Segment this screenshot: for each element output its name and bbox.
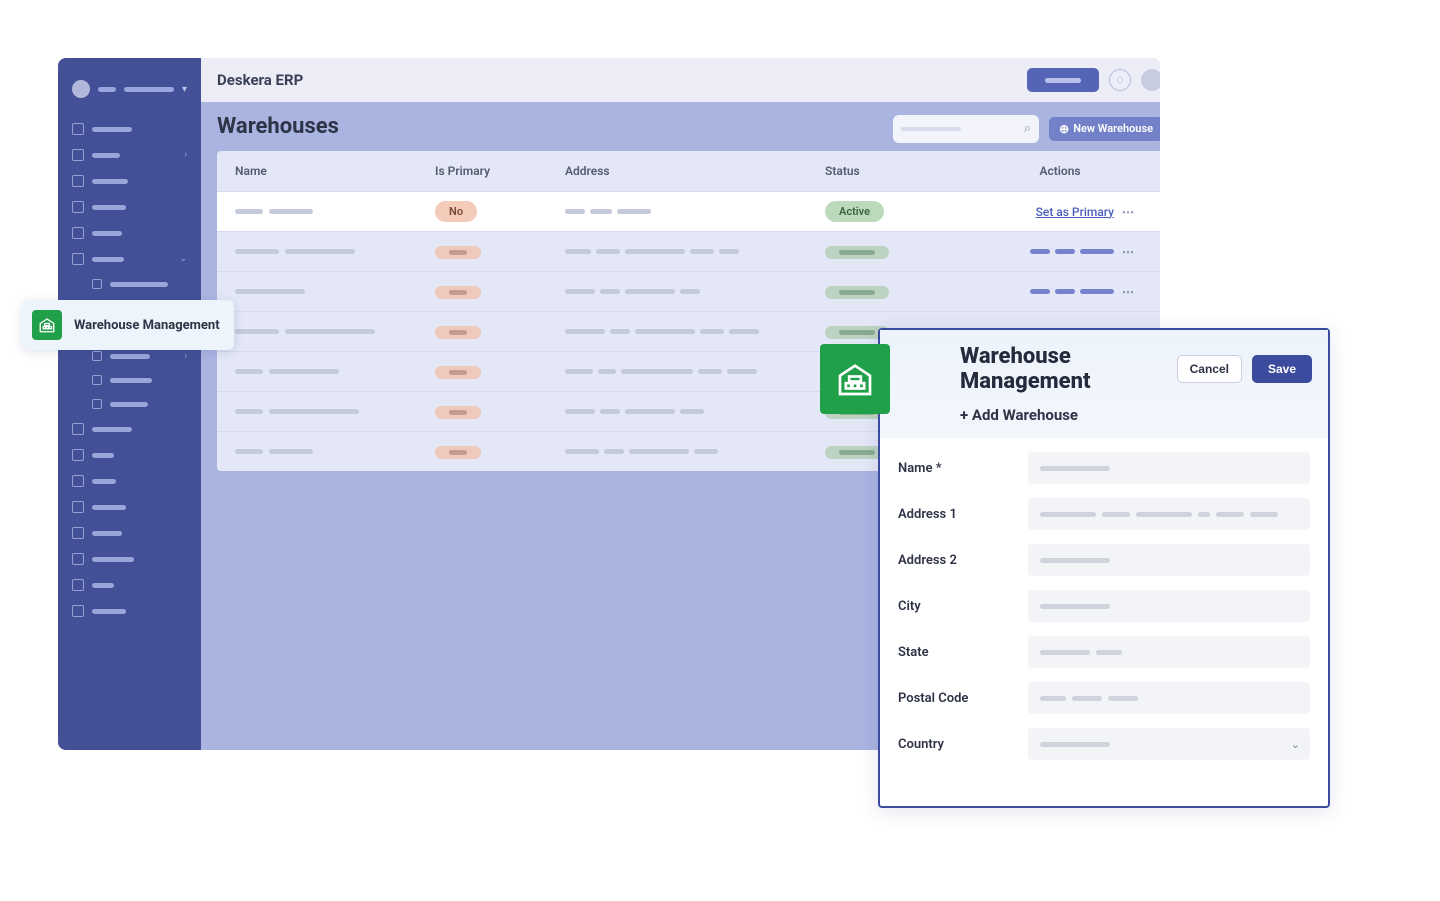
status-badge: Active	[825, 201, 884, 222]
nav-item[interactable]	[58, 416, 201, 442]
modal-header: Warehouse Management Cancel Save + Add W…	[880, 330, 1328, 438]
status-badge	[825, 246, 889, 259]
input-state[interactable]	[1028, 636, 1310, 668]
nav-item[interactable]	[58, 598, 201, 624]
table-row[interactable]: ⋯	[217, 271, 1160, 311]
label-country: Country	[898, 737, 1014, 752]
label-state: State	[898, 645, 1014, 660]
save-button[interactable]: Save	[1252, 355, 1312, 383]
nav-item[interactable]	[58, 494, 201, 520]
label-address1: Address 1	[898, 507, 1014, 522]
form-row-postal: Postal Code	[898, 682, 1310, 714]
col-is-primary: Is Primary	[435, 164, 565, 178]
warehouse-icon	[820, 344, 890, 414]
nav-item[interactable]	[58, 520, 201, 546]
label-name: Name *	[898, 461, 1014, 476]
nav-item[interactable]: ›	[58, 142, 201, 168]
topbar: Deskera ERP ♢	[201, 58, 1160, 102]
input-address2[interactable]	[1028, 544, 1310, 576]
chevron-right-icon: ›	[184, 150, 187, 160]
nav-subitem[interactable]	[58, 392, 201, 416]
add-warehouse-modal: Warehouse Management Cancel Save + Add W…	[878, 328, 1330, 808]
label-postal: Postal Code	[898, 691, 1014, 706]
label-address2: Address 2	[898, 553, 1014, 568]
search-input[interactable]: ⌕	[893, 115, 1039, 143]
more-icon[interactable]: ⋯	[1122, 285, 1135, 299]
is-primary-badge	[435, 366, 481, 379]
more-icon[interactable]: ⋯	[1122, 205, 1135, 219]
modal-title: Warehouse Management	[960, 344, 1167, 394]
col-status: Status	[825, 164, 975, 178]
nav-item[interactable]	[58, 468, 201, 494]
modal-subtitle: + Add Warehouse	[960, 406, 1312, 424]
input-city[interactable]	[1028, 590, 1310, 622]
form-row-address2: Address 2	[898, 544, 1310, 576]
table-row[interactable]: ⋯	[217, 231, 1160, 271]
more-icon[interactable]: ⋯	[1122, 245, 1135, 259]
sidebar: ▾ › ⌄ › ›	[58, 58, 201, 750]
nav-item[interactable]: ⌄	[58, 246, 201, 272]
chevron-down-icon: ⌄	[179, 254, 187, 264]
col-actions: Actions	[975, 164, 1145, 178]
is-primary-badge	[435, 326, 481, 339]
select-country[interactable]: ⌄	[1028, 728, 1310, 760]
notification-icon[interactable]: ♢	[1109, 69, 1131, 91]
new-warehouse-button[interactable]: ⊕ New Warehouse	[1049, 117, 1160, 141]
is-primary-badge	[435, 246, 481, 259]
nav-item[interactable]	[58, 442, 201, 468]
label-city: City	[898, 599, 1014, 614]
form-row-address1: Address 1	[898, 498, 1310, 530]
is-primary-badge	[435, 446, 481, 459]
table-header: Name Is Primary Address Status Actions	[217, 151, 1160, 191]
app-title: Deskera ERP	[217, 71, 303, 89]
search-icon: ⌕	[1024, 121, 1031, 136]
sidebar-header[interactable]: ▾	[58, 72, 201, 116]
nav-item[interactable]	[58, 572, 201, 598]
new-warehouse-label: New Warehouse	[1073, 122, 1153, 135]
chevron-down-icon: ⌄	[1291, 738, 1300, 751]
form-row-name: Name *	[898, 452, 1310, 484]
form-row-state: State	[898, 636, 1310, 668]
chevron-down-icon: ▾	[182, 84, 187, 95]
modal-body: Name * Address 1 Address 2 City State	[880, 438, 1328, 774]
page-title: Warehouses	[217, 114, 339, 139]
input-name[interactable]	[1028, 452, 1310, 484]
input-address1[interactable]	[1028, 498, 1310, 530]
nav-item[interactable]	[58, 168, 201, 194]
nav-item[interactable]	[58, 116, 201, 142]
col-address: Address	[565, 164, 825, 178]
cancel-button[interactable]: Cancel	[1177, 355, 1242, 383]
sidebar-callout: Warehouse Management	[22, 300, 234, 350]
chevron-right-icon: ›	[184, 351, 187, 361]
is-primary-badge	[435, 406, 481, 419]
topbar-action-button[interactable]	[1027, 68, 1099, 92]
is-primary-badge	[435, 286, 481, 299]
input-postal[interactable]	[1028, 682, 1310, 714]
col-name: Name	[235, 164, 435, 178]
set-primary-link[interactable]: Set as Primary	[1036, 205, 1114, 219]
status-badge	[825, 286, 889, 299]
table-row[interactable]: No Active Set as Primary ⋯	[217, 191, 1160, 231]
nav-item[interactable]	[58, 194, 201, 220]
form-row-city: City	[898, 590, 1310, 622]
is-primary-badge: No	[435, 201, 477, 222]
plus-icon: ⊕	[1059, 122, 1069, 136]
callout-label-text: Warehouse Management	[74, 318, 220, 333]
nav-subitem[interactable]	[58, 368, 201, 392]
nav-subitem[interactable]	[58, 272, 201, 296]
nav-item[interactable]	[58, 546, 201, 572]
form-row-country: Country ⌄	[898, 728, 1310, 760]
logo-icon	[72, 80, 90, 98]
avatar[interactable]	[1141, 69, 1160, 91]
warehouse-icon	[32, 310, 62, 340]
nav-item[interactable]	[58, 220, 201, 246]
